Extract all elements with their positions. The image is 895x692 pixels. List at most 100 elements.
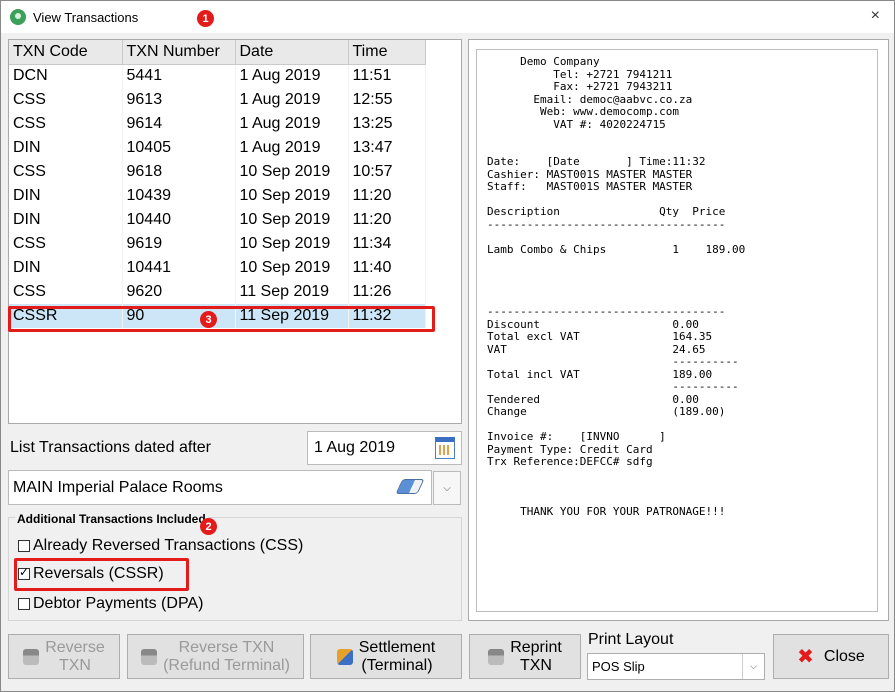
title-bar: View Transactions × — [1, 1, 894, 33]
printer-icon — [23, 648, 40, 665]
receipt-line: Change (189.00) — [487, 405, 726, 418]
date-filter-field[interactable]: 1 Aug 2019 — [307, 431, 462, 465]
receipt-line: Lamb Combo & Chips 1 189.00 — [487, 242, 746, 256]
table-row[interactable]: DIN 10439 10 Sep 2019 11:20 — [9, 184, 426, 208]
print-layout-select[interactable]: POS Slip ⌵ — [587, 653, 765, 680]
reprint-txn-button[interactable]: Reprint TXN — [469, 634, 581, 679]
chevron-down-icon[interactable]: ⌵ — [742, 654, 764, 679]
time-cell: 11:26 — [348, 280, 426, 304]
close-button[interactable]: ✖ Close — [773, 634, 889, 679]
txn-code-cell: CSS — [9, 112, 123, 136]
close-button-label: Close — [823, 647, 865, 665]
reprint-label-1: Reprint — [510, 638, 562, 656]
table-row[interactable]: CSS 9613 1 Aug 2019 12:55 — [9, 88, 426, 112]
printer-icon — [488, 648, 505, 665]
time-cell: 11:51 — [348, 64, 426, 88]
receipt-line: THANK YOU FOR YOUR PATRONAGE!!! — [487, 505, 726, 518]
table-row[interactable]: DIN 10441 10 Sep 2019 11:40 — [9, 256, 426, 280]
time-cell: 11:20 — [348, 208, 426, 232]
view-transactions-window: View Transactions × 1 TXN Code TXN Numbe… — [0, 0, 895, 692]
annotation-marker-1: 1 — [197, 10, 214, 27]
txn-number-cell: 10439 — [122, 184, 236, 208]
receipt-line: ---------- — [487, 355, 739, 368]
receipt-line: ------------------------------------ — [487, 217, 726, 231]
table-header-row: TXN Code TXN Number Date Time — [9, 40, 426, 65]
table-row[interactable]: CSS 9620 11 Sep 2019 11:26 — [9, 280, 426, 304]
date-cell: 1 Aug 2019 — [235, 112, 349, 136]
date-cell: 1 Aug 2019 — [235, 64, 349, 88]
print-layout-value: POS Slip — [592, 659, 645, 674]
receipt-preview-panel: Demo Company Tel: +2721 7941211 Fax: +27… — [468, 39, 889, 621]
transactions-list[interactable]: TXN Code TXN Number Date Time DCN 5441 1 A… — [8, 39, 462, 424]
date-cell: 1 Aug 2019 — [235, 88, 349, 112]
checkbox-debtor-payments[interactable]: Debtor Payments (DPA) — [18, 595, 203, 613]
settlement-icon — [336, 648, 353, 665]
txn-code-cell: DCN — [9, 64, 123, 88]
receipt-line: VAT #: 4020224715 — [487, 117, 666, 131]
room-dropdown-button[interactable]: ⌵ — [433, 471, 461, 505]
receipt-slip: Demo Company Tel: +2721 7941211 Fax: +27… — [476, 49, 878, 612]
checkbox-already-reversed-box[interactable] — [18, 540, 30, 552]
date-filter-value: 1 Aug 2019 — [314, 439, 395, 456]
receipt-line: Invoice #: [INVNO ] — [487, 430, 666, 443]
table-row[interactable]: CSS 9614 1 Aug 2019 13:25 — [9, 112, 426, 136]
txn-number-cell: 9620 — [122, 280, 236, 304]
reverse-refund-terminal-button[interactable]: Reverse TXN (Refund Terminal) — [127, 634, 304, 679]
txn-code-cell: CSS — [9, 160, 123, 184]
txn-number-cell: 10441 — [122, 256, 236, 280]
table-row[interactable]: DIN 10405 1 Aug 2019 13:47 — [9, 136, 426, 160]
receipt-line: Total excl VAT 164.35 — [487, 330, 713, 343]
receipt-line: Date: [Date ] Time:11:32 — [487, 155, 706, 168]
reverse-txn-label-2: TXN — [58, 656, 91, 674]
print-layout-label: Print Layout — [588, 631, 674, 648]
reverse-refund-label-1: Reverse TXN — [178, 638, 275, 656]
printer-icon — [141, 648, 158, 665]
settlement-label-1: Settlement — [358, 638, 436, 656]
receipt-line: Web: www.democomp.com — [487, 105, 680, 118]
time-cell: 13:47 — [348, 136, 426, 160]
room-select-value: MAIN Imperial Palace Rooms — [13, 478, 223, 496]
date-filter-label: List Transactions dated after — [10, 439, 211, 456]
checkbox-already-reversed[interactable]: Already Reversed Transactions (CSS) — [18, 537, 303, 555]
table-row[interactable]: DCN 5441 1 Aug 2019 11:51 — [9, 64, 426, 88]
calendar-icon[interactable] — [435, 437, 455, 459]
txn-code-cell: CSS — [9, 280, 123, 304]
txn-number-cell: 9614 — [122, 112, 236, 136]
date-cell: 10 Sep 2019 — [235, 184, 349, 208]
transactions-table: TXN Code TXN Number Date Time DCN 5441 1 A… — [9, 40, 426, 328]
window-title: View Transactions — [33, 9, 139, 25]
time-cell: 11:40 — [348, 256, 426, 280]
eraser-icon[interactable] — [395, 479, 425, 494]
txn-number-cell: 9619 — [122, 232, 236, 256]
txn-number-cell: 10405 — [122, 136, 236, 160]
close-icon: ✖ — [797, 646, 814, 668]
receipt-line: Demo Company — [487, 55, 600, 68]
reverse-txn-button[interactable]: Reverse TXN — [8, 634, 120, 679]
table-row[interactable]: DIN 10440 10 Sep 2019 11:20 — [9, 208, 426, 232]
reprint-label-2: TXN — [519, 656, 552, 674]
table-row[interactable]: CSS 9618 10 Sep 2019 10:57 — [9, 160, 426, 184]
time-cell: 11:20 — [348, 184, 426, 208]
chevron-down-icon: ⌵ — [443, 482, 451, 494]
column-header-date[interactable]: Date — [235, 40, 349, 65]
annotation-marker-3: 3 — [200, 311, 217, 328]
time-cell: 11:34 — [348, 232, 426, 256]
txn-code-cell: DIN — [9, 184, 123, 208]
column-header-txn-code[interactable]: TXN Code — [9, 40, 123, 65]
receipt-line: Staff: MAST001S MASTER MASTER — [487, 180, 693, 193]
column-header-time[interactable]: Time — [348, 40, 426, 65]
window-close-icon[interactable]: × — [871, 7, 880, 25]
date-cell: 11 Sep 2019 — [235, 280, 349, 304]
column-header-txn-number[interactable]: TXN Number — [122, 40, 236, 65]
receipt-line: ---------- — [487, 380, 739, 393]
room-select[interactable]: MAIN Imperial Palace Rooms — [8, 470, 432, 505]
checkbox-debtor-payments-box[interactable] — [18, 598, 30, 610]
txn-code-cell: DIN — [9, 136, 123, 160]
receipt-line — [487, 281, 867, 294]
table-row[interactable]: CSS 9619 10 Sep 2019 11:34 — [9, 232, 426, 256]
settlement-terminal-button[interactable]: Settlement (Terminal) — [310, 634, 462, 679]
receipt-line — [487, 269, 867, 282]
time-cell: 12:55 — [348, 88, 426, 112]
txn-code-cell: CSS — [9, 88, 123, 112]
txn-number-cell: 9613 — [122, 88, 236, 112]
